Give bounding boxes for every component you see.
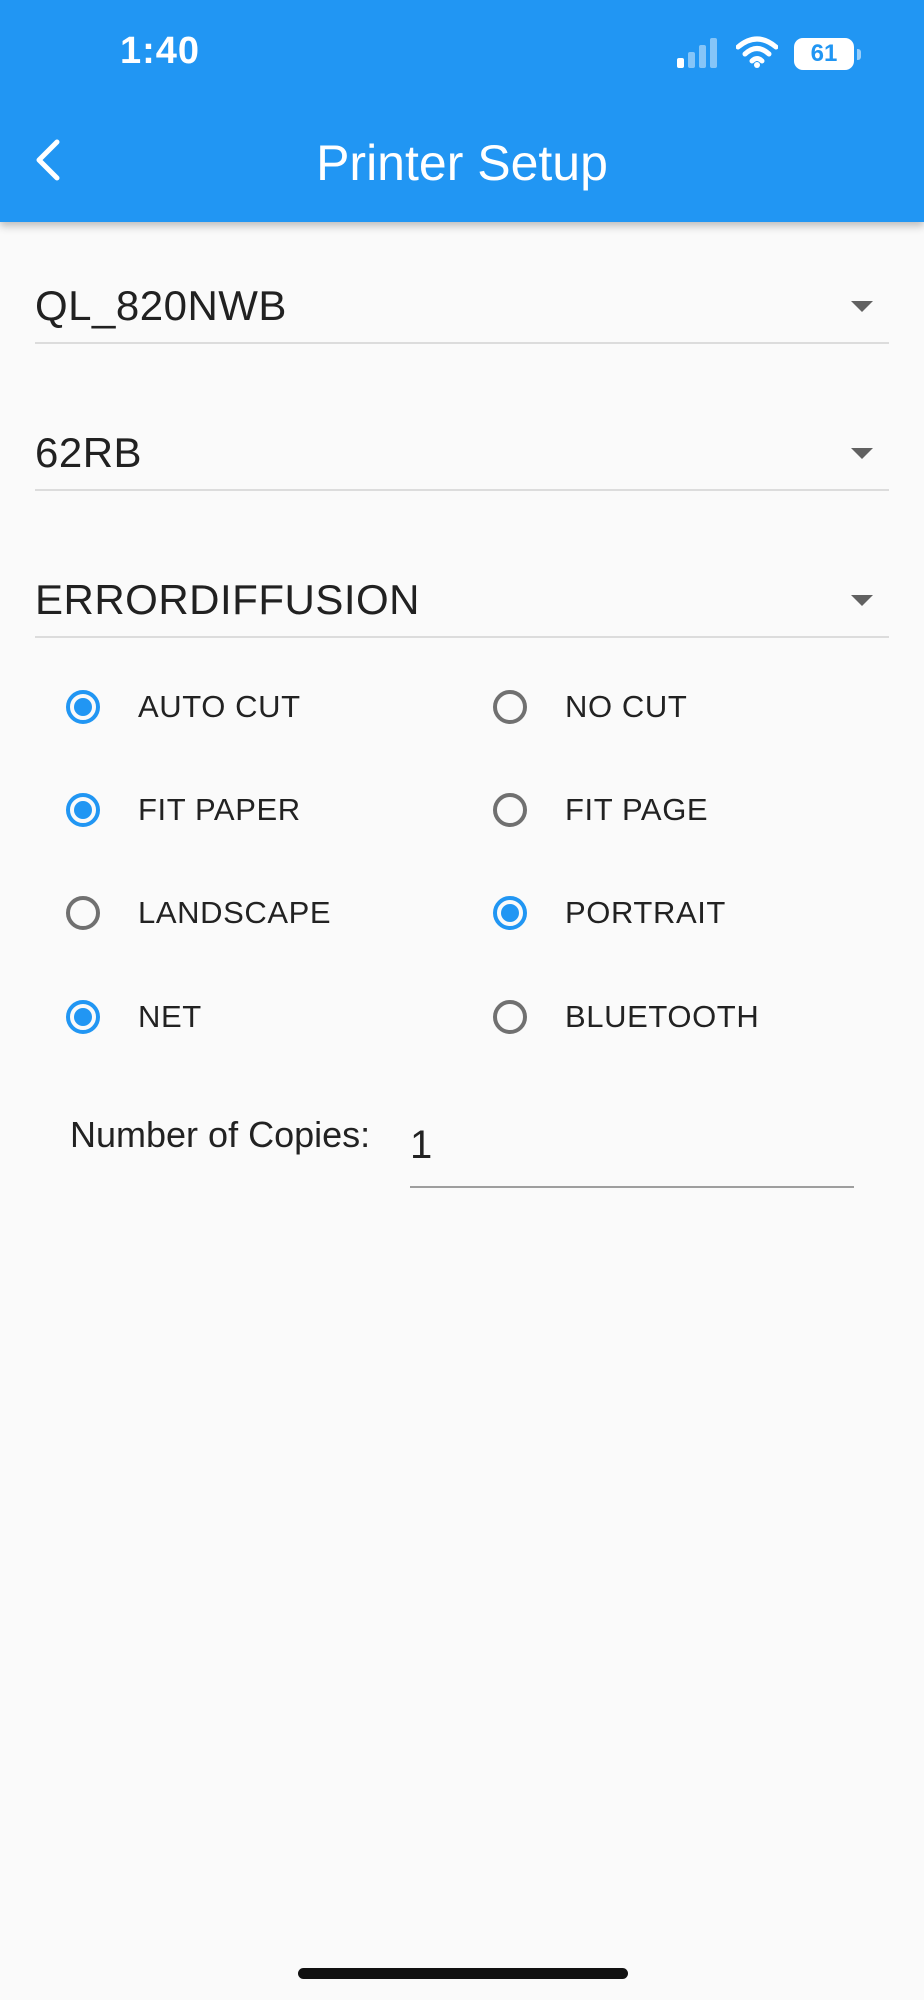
copies-input[interactable] — [410, 1104, 854, 1188]
radio-button[interactable] — [66, 690, 100, 724]
radio-label: FIT PAPER — [138, 792, 301, 827]
radio-label: AUTO CUT — [138, 689, 301, 724]
printer-model-value: QL_820NWB — [35, 282, 287, 329]
radio-no-cut[interactable]: NO CUT — [461, 677, 687, 737]
radio-net[interactable]: NET — [34, 987, 202, 1047]
radio-button[interactable] — [493, 690, 527, 724]
page-title: Printer Setup — [316, 135, 608, 191]
radio-button[interactable] — [66, 896, 100, 930]
radio-button[interactable] — [493, 1000, 527, 1034]
radio-button[interactable] — [493, 793, 527, 827]
radio-label: NET — [138, 999, 202, 1034]
app-bar: 1:40 61 Printer Setup — [0, 0, 924, 222]
label-size-dropdown[interactable]: 62RB — [35, 419, 889, 491]
radio-portrait[interactable]: PORTRAIT — [461, 883, 726, 943]
halftone-dropdown[interactable]: ERRORDIFFUSION — [35, 566, 889, 638]
printer-model-dropdown[interactable]: QL_820NWB — [35, 272, 889, 344]
radio-label: BLUETOOTH — [565, 999, 760, 1034]
halftone-value: ERRORDIFFUSION — [35, 576, 420, 623]
label-size-value: 62RB — [35, 429, 143, 476]
dropdown-arrow-icon — [851, 595, 873, 606]
wifi-icon — [735, 36, 779, 73]
radio-button[interactable] — [66, 1000, 100, 1034]
radio-button[interactable] — [493, 896, 527, 930]
cellular-signal-icon — [676, 36, 720, 73]
copies-label: Number of Copies: — [70, 1114, 371, 1155]
status-icons: 61 — [676, 36, 861, 73]
dropdown-arrow-icon — [851, 301, 873, 312]
battery-icon: 61 — [794, 38, 861, 70]
radio-label: NO CUT — [565, 689, 688, 724]
radio-fit-paper[interactable]: FIT PAPER — [34, 780, 301, 840]
radio-label: LANDSCAPE — [138, 895, 332, 930]
home-indicator — [298, 1968, 628, 1979]
radio-button[interactable] — [66, 793, 100, 827]
radio-auto-cut[interactable]: AUTO CUT — [34, 677, 301, 737]
dropdown-arrow-icon — [851, 448, 873, 459]
radio-landscape[interactable]: LANDSCAPE — [34, 883, 331, 943]
radio-label: FIT PAGE — [565, 792, 709, 827]
radio-fit-page[interactable]: FIT PAGE — [461, 780, 708, 840]
battery-level: 61 — [810, 40, 838, 67]
radio-bluetooth[interactable]: BLUETOOTH — [461, 987, 759, 1047]
status-time: 1:40 — [120, 30, 201, 72]
radio-label: PORTRAIT — [565, 895, 726, 930]
